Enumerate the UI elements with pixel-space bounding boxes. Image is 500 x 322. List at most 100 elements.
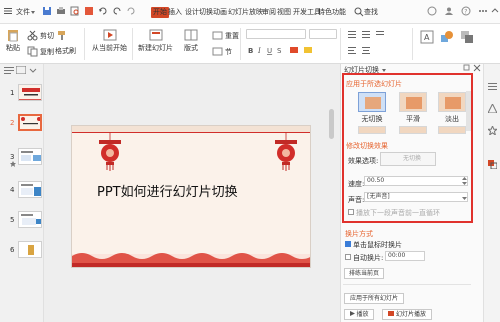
layout-icon — [184, 29, 198, 41]
play-icon — [103, 29, 116, 41]
shape-icon[interactable] — [487, 102, 498, 114]
new-slide-button[interactable]: 新建幻灯片 — [138, 28, 173, 53]
play-button[interactable]: 播放 — [344, 309, 374, 320]
close-icon[interactable] — [473, 64, 481, 74]
thumbnail-image — [18, 211, 42, 228]
spinner-icon[interactable] — [462, 177, 467, 187]
effect-row-2[interactable] — [438, 126, 466, 134]
layout-button[interactable]: 版式 — [184, 28, 198, 53]
chevron-down-icon[interactable] — [462, 195, 467, 203]
thumbnail-number: 2 — [10, 119, 15, 127]
repeat-icon[interactable] — [126, 6, 136, 16]
tab-features[interactable]: 特色功能 — [318, 7, 346, 18]
font-name-field[interactable] — [246, 29, 306, 39]
effect-fade[interactable] — [438, 92, 466, 112]
thumbnail-number: 4 — [10, 186, 15, 194]
save-icon[interactable] — [42, 6, 52, 16]
effect-none[interactable] — [358, 92, 386, 112]
help-icon[interactable]: ? — [461, 6, 471, 16]
sound-value: [无声音] — [367, 193, 390, 200]
chevron-down-icon[interactable] — [29, 66, 37, 76]
tab-view[interactable]: 视图 — [277, 7, 291, 18]
redo-icon[interactable] — [112, 6, 122, 16]
effect-options-select[interactable]: 无切换 — [380, 152, 436, 166]
slideshow-button[interactable]: 幻灯片播放 — [382, 309, 432, 320]
star-icon[interactable] — [486, 124, 499, 137]
transition-settings-box: 应用于所选幻灯片 无切换 平滑 淡出 修改切换效果 效果选项: 无切换 速度: … — [342, 73, 473, 223]
print-preview-icon[interactable] — [70, 6, 80, 16]
export-icon[interactable] — [84, 6, 94, 16]
arrange-icon — [461, 31, 473, 43]
shapes-button[interactable] — [440, 30, 454, 44]
menu-icon[interactable] — [3, 6, 13, 16]
tab-home[interactable]: 开始 — [151, 7, 169, 18]
divider — [84, 28, 85, 60]
speed-input[interactable]: 00.50 — [364, 176, 468, 186]
effects-scrollbar[interactable] — [466, 91, 471, 131]
chevron-down-icon[interactable] — [382, 68, 387, 72]
svg-text:A: A — [424, 33, 430, 42]
arrange-button[interactable] — [460, 30, 474, 44]
paste-label: 粘贴 — [6, 44, 20, 52]
format-painter-label-button[interactable]: 格式刷 — [55, 46, 76, 56]
format-buttons-icon: B I U S — [248, 47, 312, 55]
undo-icon[interactable] — [98, 6, 108, 16]
list-icon — [348, 31, 384, 38]
effect-smooth-label: 平滑 — [406, 115, 420, 123]
app-window: 文件 开始 插入 设计 切换 动画 幻灯片放映 审阅 视图 开发工具 特色功能 … — [0, 0, 500, 322]
on-click-checkbox[interactable] — [345, 241, 351, 247]
tab-design[interactable]: 设计 — [185, 7, 199, 18]
tab-insert[interactable]: 插入 — [168, 7, 182, 18]
search-icon[interactable] — [354, 7, 364, 17]
play-icon — [349, 311, 355, 316]
copy-button[interactable]: 复制 — [27, 46, 54, 57]
share-icon[interactable] — [427, 6, 437, 16]
current-slide[interactable]: PPT如何进行幻灯片切换 — [71, 125, 311, 268]
auto-advance-checkbox[interactable] — [345, 254, 351, 260]
slide-title[interactable]: PPT如何进行幻灯片切换 — [97, 181, 238, 200]
thumbnail-image — [18, 114, 42, 131]
auto-advance-input[interactable]: 00:00 — [385, 251, 425, 261]
slides-view-icon[interactable] — [15, 65, 27, 76]
reset-button[interactable]: 重置 — [212, 30, 239, 41]
shapes-icon — [441, 31, 453, 42]
section-button[interactable]: 节 — [212, 46, 232, 57]
vertical-scrollbar[interactable] — [329, 109, 334, 139]
apply-all-button[interactable]: 应用于所有幻灯片 — [344, 293, 404, 304]
sound-select[interactable]: [无声音] — [364, 192, 468, 202]
svg-text:I: I — [257, 47, 261, 55]
pin-icon[interactable] — [463, 64, 470, 73]
textbox-icon: A — [420, 30, 434, 44]
collapse-icon[interactable] — [491, 6, 500, 16]
search-label[interactable]: 查找 — [364, 7, 378, 18]
on-click-label: 单击鼠标时换片 — [353, 241, 402, 249]
more-icon[interactable] — [478, 6, 488, 16]
rehearse-button[interactable]: 排练当前页 — [344, 268, 384, 279]
thumbnail-number: 6 — [10, 246, 15, 254]
print-icon[interactable] — [56, 6, 66, 16]
format-painter-button[interactable] — [56, 30, 67, 41]
tab-slideshow[interactable]: 幻灯片放映 — [228, 7, 263, 18]
transition-icon[interactable] — [488, 160, 498, 170]
tab-animation[interactable]: 动画 — [213, 7, 227, 18]
outline-icon[interactable] — [4, 66, 14, 76]
effect-row-2[interactable] — [358, 126, 386, 134]
sound-label: 声音: — [348, 196, 365, 204]
tab-developer[interactable]: 开发工具 — [293, 7, 321, 18]
paste-button[interactable]: 粘贴 — [6, 28, 20, 53]
font-size-field[interactable] — [309, 29, 337, 39]
align-row — [346, 45, 406, 55]
effect-row-2[interactable] — [399, 126, 427, 134]
effect-smooth[interactable] — [399, 92, 427, 112]
from-start-button[interactable]: 从当前开始 — [92, 28, 127, 53]
modify-transition-header: 修改切换效果 — [346, 142, 388, 150]
loop-checkbox[interactable] — [348, 209, 354, 215]
textbox-button[interactable]: A — [420, 30, 434, 44]
user-icon[interactable] — [444, 6, 454, 16]
settings-icon[interactable] — [488, 82, 497, 91]
tab-transitions[interactable]: 切换 — [199, 7, 213, 18]
new-slide-icon — [149, 29, 162, 41]
cut-button[interactable]: 剪切 — [27, 30, 54, 41]
tab-review[interactable]: 审阅 — [262, 7, 276, 18]
file-menu[interactable]: 文件 — [16, 7, 35, 18]
